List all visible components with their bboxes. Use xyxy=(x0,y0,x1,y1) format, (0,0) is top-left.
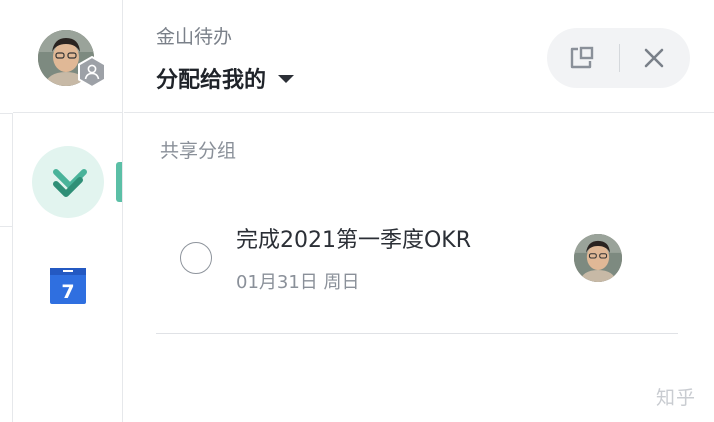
caret-down-icon xyxy=(278,75,295,83)
view-title: 分配给我的 xyxy=(156,68,267,93)
actions-divider xyxy=(619,44,620,72)
frame-divider xyxy=(0,113,12,114)
user-badge-icon xyxy=(77,55,107,89)
task-title: 完成2021第一季度OKR xyxy=(236,228,472,253)
nav-todo-button[interactable] xyxy=(32,146,104,218)
todo-check-icon xyxy=(53,169,87,197)
task-item[interactable]: 完成2021第一季度OKR 01月31日 周日 xyxy=(156,196,678,334)
calendar-day: 7 xyxy=(61,281,74,303)
view-selector[interactable]: 分配给我的 xyxy=(156,62,295,94)
sidebar-header xyxy=(13,0,123,113)
assignee-avatar[interactable] xyxy=(574,234,622,282)
task-due-date: 01月31日 周日 xyxy=(236,272,360,293)
close-icon xyxy=(644,48,664,68)
main-panel: 金山待办 分配给我的 共享分组 完成2021第一季度OKR 01月31日 周日 xyxy=(124,0,714,422)
popout-icon xyxy=(570,46,594,69)
task-complete-checkbox[interactable] xyxy=(180,242,212,274)
app-name: 金山待办 xyxy=(156,26,233,48)
sidebar: 7 xyxy=(13,0,123,422)
watermark: 知乎 xyxy=(655,387,696,409)
frame-divider xyxy=(0,226,12,227)
calendar-icon[interactable]: 7 xyxy=(49,267,87,305)
close-button[interactable] xyxy=(637,42,671,74)
popout-button[interactable] xyxy=(565,42,599,74)
main-header: 金山待办 分配给我的 xyxy=(124,0,714,113)
header-actions xyxy=(547,28,690,88)
group-title: 共享分组 xyxy=(160,140,237,162)
nav-active-indicator xyxy=(116,162,122,202)
